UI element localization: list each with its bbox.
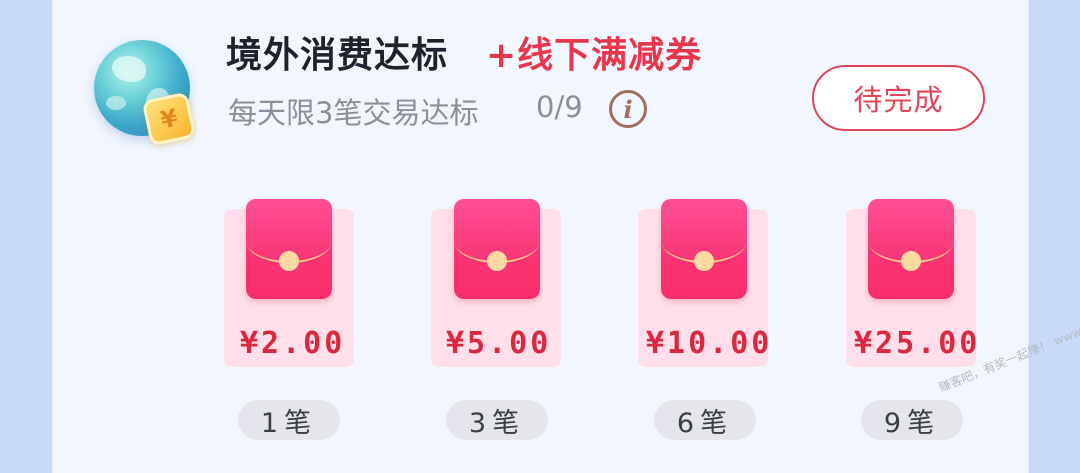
reward-amount: ¥25.00 [854, 326, 976, 361]
info-icon[interactable]: i [609, 90, 647, 128]
reward-count: 9笔 [861, 400, 963, 440]
task-progress: 0/9 [536, 90, 583, 124]
red-envelope-icon [868, 199, 954, 299]
red-envelope-icon [661, 199, 747, 299]
reward-amount: ¥2.00 [240, 326, 346, 361]
task-subtitle: 每天限3笔交易达标 [228, 96, 479, 130]
reward-amount: ¥10.00 [646, 326, 773, 361]
reward-count: 6笔 [654, 400, 756, 440]
reward-amount: ¥5.00 [446, 326, 552, 361]
red-envelope-icon [246, 199, 332, 299]
yuan-coin-icon: ¥ [141, 91, 197, 147]
reward-count: 1笔 [238, 400, 340, 440]
red-envelope-icon [454, 199, 540, 299]
status-button[interactable]: 待完成 [812, 65, 985, 131]
reward-tag: +线下满减券 [486, 35, 703, 76]
task-title: 境外消费达标 [226, 35, 449, 76]
reward-count: 3笔 [446, 400, 548, 440]
